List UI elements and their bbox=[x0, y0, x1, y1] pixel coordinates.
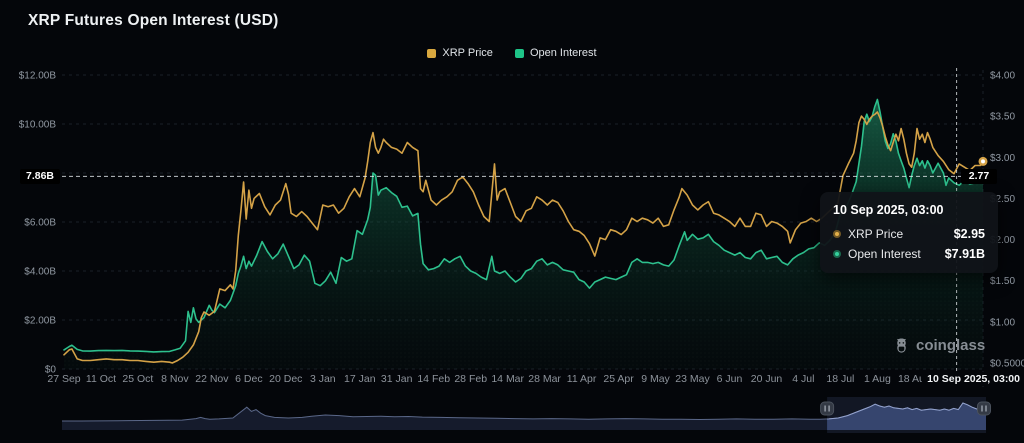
svg-text:6 Jun: 6 Jun bbox=[717, 373, 743, 385]
svg-text:18 Jul: 18 Jul bbox=[826, 373, 854, 385]
xrp-price-dot-icon bbox=[833, 230, 841, 238]
tooltip-row-xrp-price: XRP Price $2.95 bbox=[833, 227, 985, 241]
svg-text:9 May: 9 May bbox=[641, 373, 670, 385]
svg-text:$6.00B: $6.00B bbox=[24, 218, 56, 229]
page-title: XRP Futures Open Interest (USD) bbox=[28, 12, 279, 30]
open-interest-current-value-badge: 7.86B bbox=[20, 169, 60, 184]
price-axis-current-value-badge: 2.77 bbox=[961, 169, 997, 184]
svg-text:22 Nov: 22 Nov bbox=[195, 373, 229, 385]
svg-text:$12.00B: $12.00B bbox=[19, 71, 57, 82]
svg-text:17 Jan: 17 Jan bbox=[344, 373, 376, 385]
svg-text:20 Dec: 20 Dec bbox=[269, 373, 302, 385]
svg-text:23 May: 23 May bbox=[675, 373, 710, 385]
legend-item-open-interest[interactable]: Open Interest bbox=[515, 47, 597, 59]
svg-text:6 Dec: 6 Dec bbox=[235, 373, 262, 385]
svg-text:20 Jun: 20 Jun bbox=[751, 373, 783, 385]
svg-text:8 Nov: 8 Nov bbox=[161, 373, 189, 385]
tooltip-value: $7.91B bbox=[945, 247, 985, 261]
svg-text:28 Mar: 28 Mar bbox=[528, 373, 561, 385]
xrp-price-legend-swatch-icon bbox=[427, 49, 436, 58]
open-interest-legend-swatch-icon bbox=[515, 49, 524, 58]
svg-text:$10.00B: $10.00B bbox=[19, 120, 57, 131]
navigator-right-handle-icon[interactable] bbox=[978, 402, 991, 415]
tooltip-date: 10 Sep 2025, 03:00 bbox=[833, 203, 985, 217]
chart-page: $12.00B$10.00B$6.00B$4.00B$2.00B$0$4.00$… bbox=[0, 0, 1024, 443]
svg-text:14 Mar: 14 Mar bbox=[491, 373, 524, 385]
crosshair-date-label: 10 Sep 2025, 03:00 bbox=[922, 372, 1022, 386]
svg-text:$4.00: $4.00 bbox=[990, 71, 1015, 82]
svg-text:$2.00B: $2.00B bbox=[24, 316, 56, 327]
chart-legend: XRP Price Open Interest bbox=[0, 47, 1024, 59]
svg-text:31 Jan: 31 Jan bbox=[381, 373, 413, 385]
tooltip-value: $2.95 bbox=[954, 227, 985, 241]
svg-text:1 Aug: 1 Aug bbox=[864, 373, 891, 385]
svg-text:11 Oct: 11 Oct bbox=[86, 373, 116, 385]
legend-item-xrp-price[interactable]: XRP Price bbox=[427, 47, 493, 59]
svg-text:$3.50: $3.50 bbox=[990, 112, 1015, 123]
svg-text:11 Apr: 11 Apr bbox=[567, 373, 597, 385]
svg-text:4 Jul: 4 Jul bbox=[792, 373, 814, 385]
svg-text:$3.00: $3.00 bbox=[990, 153, 1015, 164]
tooltip: 10 Sep 2025, 03:00 XRP Price $2.95 Open … bbox=[820, 192, 998, 273]
svg-text:14 Feb: 14 Feb bbox=[417, 373, 450, 385]
svg-text:25 Oct: 25 Oct bbox=[122, 373, 153, 385]
svg-text:$1.00: $1.00 bbox=[990, 317, 1015, 328]
legend-label: XRP Price bbox=[442, 47, 493, 59]
tooltip-label: Open Interest bbox=[848, 247, 938, 261]
navigator-mini-chart[interactable] bbox=[62, 397, 991, 433]
svg-text:3 Jan: 3 Jan bbox=[310, 373, 336, 385]
open-interest-dot-icon bbox=[833, 250, 841, 258]
watermark-text: coinglass bbox=[916, 337, 985, 354]
svg-text:25 Apr: 25 Apr bbox=[603, 373, 634, 385]
coinglass-logo-icon bbox=[893, 337, 910, 354]
tooltip-row-open-interest: Open Interest $7.91B bbox=[833, 247, 985, 261]
svg-text:$4.00B: $4.00B bbox=[24, 267, 56, 278]
svg-text:28 Feb: 28 Feb bbox=[454, 373, 487, 385]
tooltip-label: XRP Price bbox=[848, 227, 947, 241]
legend-label: Open Interest bbox=[530, 47, 597, 59]
svg-text:27 Sep: 27 Sep bbox=[47, 373, 80, 385]
svg-text:$1.50: $1.50 bbox=[990, 276, 1015, 287]
xrp-price-last-dot bbox=[979, 157, 988, 166]
navigator-left-handle-icon[interactable] bbox=[821, 402, 834, 415]
svg-text:$0.5000: $0.5000 bbox=[990, 359, 1024, 370]
x-axis-labels: 27 Sep 11 Oct 25 Oct 8 Nov 22 Nov 6 Dec 20 Dec… bbox=[47, 373, 930, 385]
left-axis-labels: $12.00B$10.00B$6.00B$4.00B$2.00B$0 bbox=[19, 71, 57, 376]
coinglass-watermark: coinglass bbox=[893, 337, 985, 354]
